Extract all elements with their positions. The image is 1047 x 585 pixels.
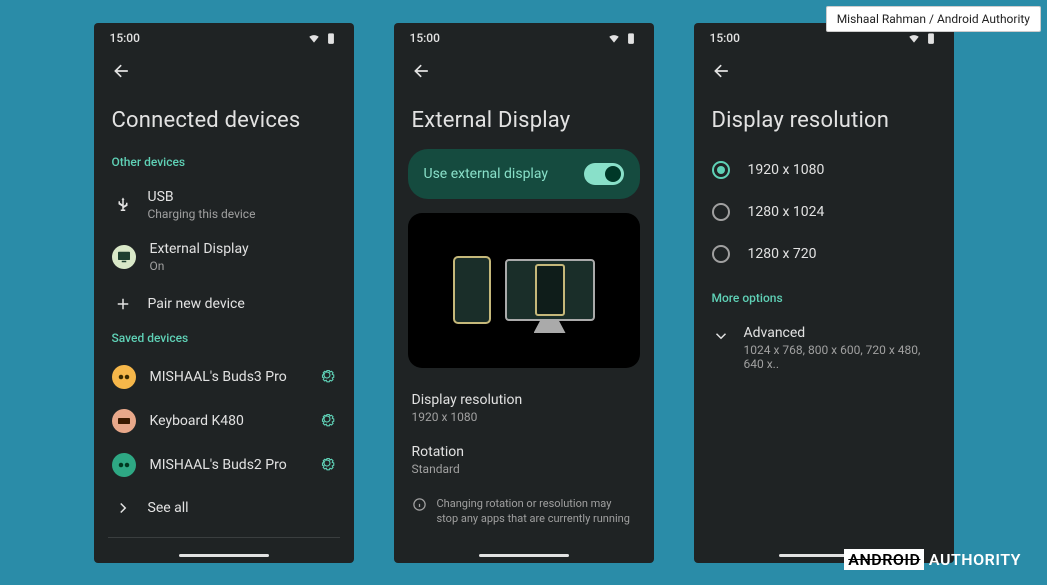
monitor-icon — [112, 245, 136, 269]
status-icons — [607, 31, 638, 45]
row-see-all[interactable]: See all — [108, 487, 340, 529]
section-more-options: More options — [708, 285, 940, 315]
watermark: ANDROID AUTHORITY — [844, 550, 1021, 569]
display-illustration — [408, 213, 640, 368]
chevron-down-icon — [712, 327, 730, 345]
back-button[interactable] — [106, 55, 138, 90]
device-name: MISHAAL's Buds3 Pro — [150, 369, 304, 385]
settings-gear-button[interactable] — [318, 454, 336, 476]
radio-option[interactable]: 1280 x 720 — [708, 233, 940, 275]
radio-selected-icon — [712, 161, 730, 179]
back-button[interactable] — [706, 55, 738, 90]
battery-icon — [624, 31, 638, 45]
res-title: Display resolution — [412, 392, 636, 408]
device-name: MISHAAL's Buds2 Pro — [150, 457, 304, 473]
radio-label: 1920 x 1080 — [748, 162, 825, 178]
advanced-title: Advanced — [744, 325, 936, 341]
wifi-icon — [607, 31, 621, 45]
row-saved-device[interactable]: MISHAAL's Buds3 Pro — [108, 355, 340, 399]
page-title: External Display — [394, 90, 654, 149]
see-all-label: See all — [148, 500, 336, 516]
row-saved-device[interactable]: Keyboard K480 — [108, 399, 340, 443]
switch-on[interactable] — [584, 163, 624, 185]
section-saved-devices: Saved devices — [108, 325, 340, 355]
settings-gear-button[interactable] — [318, 410, 336, 432]
rotation-subtitle: Standard — [412, 462, 636, 476]
gesture-bar[interactable] — [479, 554, 569, 557]
row-connection-preferences[interactable]: Connection preferences Bluetooth, Androi… — [108, 546, 340, 550]
usb-subtitle: Charging this device — [148, 207, 336, 221]
settings-gear-button[interactable] — [318, 366, 336, 388]
row-advanced[interactable]: Advanced 1024 x 768, 800 x 600, 720 x 48… — [708, 315, 940, 381]
row-usb[interactable]: USB Charging this device — [108, 179, 340, 231]
pair-title: Pair new device — [148, 296, 336, 312]
screen-display-resolution: 15:00 Display resolution 1920 x 1080 128… — [694, 23, 954, 563]
gesture-bar[interactable] — [179, 554, 269, 557]
plus-icon — [112, 293, 134, 315]
radio-unselected-icon — [712, 203, 730, 221]
section-other-devices: Other devices — [108, 149, 340, 179]
watermark-part2: AUTHORITY — [924, 550, 1021, 569]
radio-unselected-icon — [712, 245, 730, 263]
status-time: 15:00 — [710, 31, 740, 45]
warning-text: Changing rotation or resolution may stop… — [437, 496, 636, 527]
device-name: Keyboard K480 — [150, 413, 304, 429]
arrow-left-icon — [412, 61, 432, 81]
chevron-right-icon — [112, 497, 134, 519]
usb-title: USB — [148, 189, 336, 205]
battery-icon — [324, 31, 338, 45]
info-icon — [412, 497, 427, 512]
keyboard-icon — [112, 409, 136, 433]
back-button[interactable] — [406, 55, 438, 90]
radio-label: 1280 x 720 — [748, 246, 817, 262]
arrow-left-icon — [112, 61, 132, 81]
res-subtitle: 1920 x 1080 — [412, 410, 636, 424]
row-rotation[interactable]: Rotation Standard — [408, 434, 640, 486]
row-display-resolution[interactable]: Display resolution 1920 x 1080 — [408, 382, 640, 434]
status-time: 15:00 — [410, 31, 440, 45]
watermark-part1: ANDROID — [844, 549, 924, 570]
illustration-monitor — [505, 259, 595, 321]
battery-icon — [924, 31, 938, 45]
divider — [108, 537, 340, 538]
credit-tooltip: Mishaal Rahman / Android Authority — [826, 6, 1041, 32]
row-saved-device[interactable]: MISHAAL's Buds2 Pro — [108, 443, 340, 487]
earbuds-icon — [112, 453, 136, 477]
radio-option[interactable]: 1920 x 1080 — [708, 149, 940, 191]
usb-icon — [112, 194, 134, 216]
status-icons — [907, 31, 938, 45]
illustration-phone — [453, 256, 491, 324]
rotation-title: Rotation — [412, 444, 636, 460]
screen-connected-devices: 15:00 Connected devices Other devices US… — [94, 23, 354, 563]
screen-external-display: 15:00 External Display Use external disp… — [394, 23, 654, 563]
illustration-monitor-phone — [535, 264, 565, 316]
row-pair-new-device[interactable]: Pair new device — [108, 283, 340, 325]
warning-text-row: Changing rotation or resolution may stop… — [408, 486, 640, 537]
earbuds-icon — [112, 365, 136, 389]
wifi-icon — [307, 31, 321, 45]
status-bar: 15:00 — [94, 23, 354, 49]
advanced-subtitle: 1024 x 768, 800 x 600, 720 x 480, 640 x.… — [744, 343, 936, 371]
row-external-display[interactable]: External Display On — [108, 231, 340, 283]
radio-option[interactable]: 1280 x 1024 — [708, 191, 940, 233]
page-title: Display resolution — [694, 90, 954, 149]
extdisp-title: External Display — [150, 241, 336, 257]
arrow-left-icon — [712, 61, 732, 81]
toggle-label: Use external display — [424, 166, 548, 182]
extdisp-subtitle: On — [150, 259, 336, 273]
status-icons — [307, 31, 338, 45]
toggle-external-display[interactable]: Use external display — [408, 149, 640, 199]
page-title: Connected devices — [94, 90, 354, 149]
radio-label: 1280 x 1024 — [748, 204, 825, 220]
status-time: 15:00 — [110, 31, 140, 45]
status-bar: 15:00 — [394, 23, 654, 49]
wifi-icon — [907, 31, 921, 45]
